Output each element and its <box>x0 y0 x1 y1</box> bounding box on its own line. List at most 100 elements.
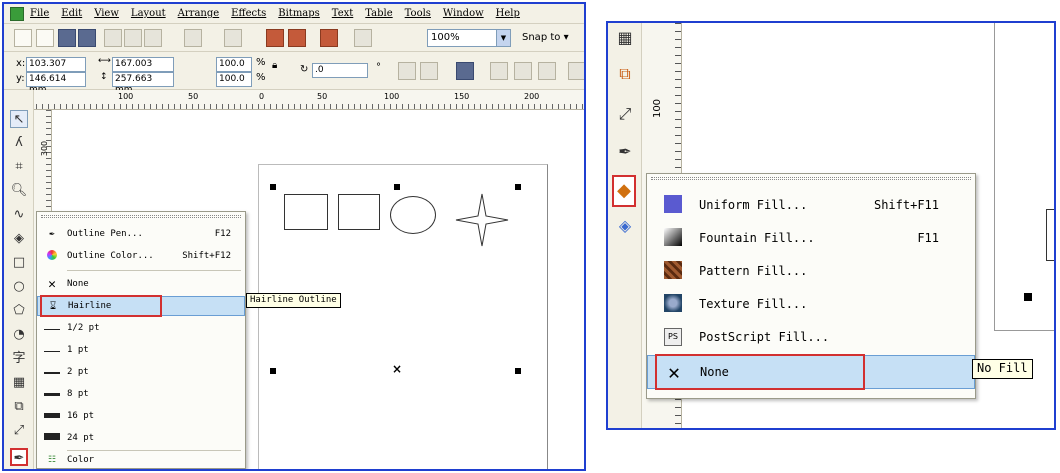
weld-icon[interactable] <box>514 62 532 80</box>
shape-tool-icon[interactable]: ʎ <box>10 134 28 152</box>
postscript-fill-item[interactable]: PS PostScript Fill... <box>647 322 975 352</box>
menu-table[interactable]: Table <box>365 8 392 19</box>
outline-color-palette-item[interactable]: ☷ Color <box>37 452 245 468</box>
outline-half-pt-item[interactable]: 1/2 pt <box>37 318 245 338</box>
save-icon[interactable] <box>58 29 76 47</box>
rectangle-shape[interactable] <box>338 194 380 230</box>
text-tool-icon[interactable]: 字 <box>10 350 28 368</box>
polygon-tool-icon[interactable]: ⬠ <box>10 302 28 320</box>
ellipse-shape[interactable] <box>390 196 436 234</box>
fill-tool-icon[interactable]: ◆ <box>612 175 636 207</box>
outline-8pt-item[interactable]: 8 pt <box>37 384 245 404</box>
outline-24pt-item[interactable]: 24 pt <box>37 428 245 448</box>
menu-item-label: Fountain Fill... <box>699 231 815 245</box>
eyedropper-icon[interactable]: ⤢ <box>10 422 28 440</box>
mirror-vertical-icon[interactable] <box>420 62 438 80</box>
star-shape[interactable] <box>454 192 510 248</box>
rectangle-shape[interactable] <box>284 194 328 230</box>
menu-effects[interactable]: Effects <box>231 8 266 19</box>
menu-view[interactable]: View <box>94 8 119 19</box>
zoom-level-select[interactable]: 100% ▼ <box>427 29 511 47</box>
cut-icon[interactable] <box>104 29 122 47</box>
ellipse-tool-icon[interactable]: ○ <box>10 278 28 296</box>
outline-pen-item[interactable]: ✒ Outline Pen... F12 <box>37 224 245 244</box>
menu-item-label: 2 pt <box>67 367 89 377</box>
fill-flyout-menu: Uniform Fill... Shift+F11 Fountain Fill.… <box>646 173 976 399</box>
import-icon[interactable] <box>266 29 284 47</box>
intersect-icon[interactable] <box>568 62 584 80</box>
paste-icon[interactable] <box>144 29 162 47</box>
outline-none-item[interactable]: ✕ None <box>37 274 245 294</box>
ruler-label: 100 <box>118 92 134 101</box>
menu-edit[interactable]: Edit <box>61 8 82 19</box>
height-field[interactable]: 257.663 mm <box>112 72 174 95</box>
pick-tool-icon[interactable]: ↖ <box>10 110 28 128</box>
fountain-fill-item[interactable]: Fountain Fill... F11 <box>647 223 975 253</box>
basic-shapes-icon[interactable]: ◔ <box>10 326 28 344</box>
open-icon[interactable] <box>36 29 54 47</box>
menu-arrange[interactable]: Arrange <box>178 8 220 19</box>
table-tool-icon[interactable]: ▦ <box>616 29 634 47</box>
flyout-grip[interactable] <box>41 215 241 218</box>
rotation-field[interactable]: .0 <box>312 63 368 78</box>
outline-2pt-item[interactable]: 2 pt <box>37 362 245 382</box>
y-position-field[interactable]: 146.614 mm <box>26 72 86 95</box>
selection-handle[interactable] <box>515 184 521 190</box>
mirror-horizontal-icon[interactable] <box>398 62 416 80</box>
zoom-tool-icon[interactable]: 🔍︎ <box>10 182 28 200</box>
selection-handle[interactable] <box>270 184 276 190</box>
smart-fill-icon[interactable]: ◈ <box>10 230 28 248</box>
outline-tool-icon[interactable]: ✒ <box>616 143 634 161</box>
menu-file[interactable]: File <box>30 8 49 19</box>
welcome-screen-icon[interactable] <box>354 29 372 47</box>
outline-color-item[interactable]: Outline Color... Shift+F12 <box>37 246 245 266</box>
selection-handle[interactable] <box>1024 293 1032 301</box>
export-icon[interactable] <box>288 29 306 47</box>
crop-tool-icon[interactable]: ⌗ <box>10 158 28 176</box>
selection-handle[interactable] <box>515 368 521 374</box>
rectangle-shape[interactable] <box>1046 209 1054 261</box>
menu-tools[interactable]: Tools <box>405 8 431 19</box>
outline-16pt-item[interactable]: 16 pt <box>37 406 245 426</box>
selection-handle[interactable] <box>394 184 400 190</box>
menu-layout[interactable]: Layout <box>131 8 166 19</box>
x-position-field[interactable]: 103.307 mm <box>26 57 86 80</box>
menu-bitmaps[interactable]: Bitmaps <box>278 8 320 19</box>
menu-item-shortcut: Shift+F11 <box>873 198 939 212</box>
interactive-tools-icon[interactable]: ⧉ <box>10 398 28 416</box>
outline-1pt-item[interactable]: 1 pt <box>37 340 245 360</box>
percent-y: % <box>256 72 266 83</box>
uniform-fill-item[interactable]: Uniform Fill... Shift+F11 <box>647 190 975 220</box>
snap-to-label[interactable]: Snap to ▾ <box>522 32 569 43</box>
texture-fill-item[interactable]: Texture Fill... <box>647 289 975 319</box>
interactive-fill-icon[interactable]: ◈ <box>616 217 634 235</box>
menu-text[interactable]: Text <box>332 8 353 19</box>
menu-help[interactable]: Help <box>496 8 520 19</box>
trim-icon[interactable] <box>538 62 556 80</box>
selection-handle[interactable] <box>270 368 276 374</box>
group-icon[interactable] <box>456 62 474 80</box>
horizontal-ruler[interactable]: 100 50 0 50 100 150 200 <box>24 90 584 110</box>
ruler-ticks <box>24 104 584 109</box>
align-icon[interactable] <box>490 62 508 80</box>
new-document-icon[interactable] <box>14 29 32 47</box>
eyedropper-icon[interactable]: ⤢ <box>616 105 634 123</box>
chevron-down-icon[interactable]: ▼ <box>496 30 510 46</box>
application-launcher-icon[interactable] <box>320 29 338 47</box>
interactive-tools-icon[interactable]: ⧉ <box>616 65 634 83</box>
copy-icon[interactable] <box>124 29 142 47</box>
scale-x-field[interactable]: 100.0 <box>216 57 252 72</box>
undo-icon[interactable] <box>184 29 202 47</box>
table-tool-icon[interactable]: ▦ <box>10 374 28 392</box>
outline-tool-icon[interactable]: ✒ <box>10 448 28 466</box>
scale-y-field[interactable]: 100.0 <box>216 72 252 87</box>
lock-ratio-icon[interactable]: 🔒︎ <box>272 60 277 71</box>
width-field[interactable]: 167.003 mm <box>112 57 174 80</box>
flyout-grip[interactable] <box>651 177 971 180</box>
pattern-fill-item[interactable]: Pattern Fill... <box>647 256 975 286</box>
freehand-tool-icon[interactable]: ∿ <box>10 206 28 224</box>
print-icon[interactable] <box>78 29 96 47</box>
redo-icon[interactable] <box>224 29 242 47</box>
menu-window[interactable]: Window <box>443 8 484 19</box>
rectangle-tool-icon[interactable]: □ <box>10 254 28 272</box>
